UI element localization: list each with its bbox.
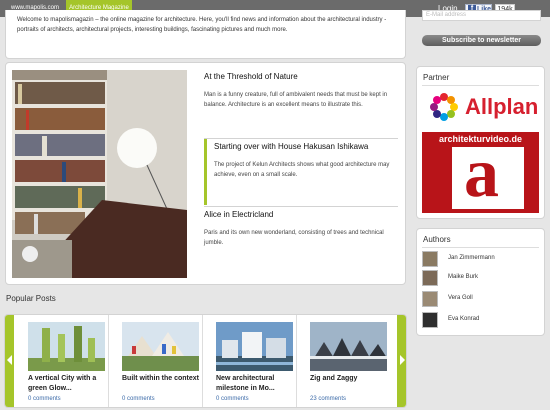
partner-panel: Partner Allplan architekturvideo.de a	[416, 66, 545, 219]
author-item[interactable]: Jan Zimmermann	[422, 251, 540, 267]
avatar	[422, 291, 438, 307]
post-thumbnail[interactable]	[28, 322, 105, 371]
post-title[interactable]: A vertical City with a green Glow...	[28, 374, 108, 394]
story-text: Paris and its own new wonderland, consis…	[204, 230, 384, 246]
story-text: The project of Kelun Architects shows wh…	[214, 162, 390, 178]
carousel-prev-button[interactable]	[5, 315, 14, 407]
post-comments-link[interactable]: 0 comments	[216, 396, 249, 402]
avatar	[422, 312, 438, 328]
popular-post[interactable]: Built within the context 0 comments	[109, 315, 203, 407]
popular-posts-carousel: A vertical City with a green Glow... 0 c…	[4, 314, 407, 408]
story-divider	[204, 206, 398, 207]
featured-photo[interactable]	[12, 70, 187, 278]
architekturvideo-banner[interactable]: architekturvideo.de a	[422, 132, 539, 213]
author-item[interactable]: Maike Burk	[422, 270, 540, 286]
author-name[interactable]: Jan Zimmermann	[448, 255, 495, 261]
post-comments-link[interactable]: 0 comments	[28, 396, 61, 402]
author-name[interactable]: Vera Goll	[448, 295, 473, 301]
avatar	[422, 251, 438, 267]
author-name[interactable]: Eva Konrad	[448, 316, 479, 322]
post-thumbnail[interactable]	[310, 322, 387, 371]
post-image	[216, 322, 293, 371]
post-title[interactable]: Zig and Zaggy	[310, 374, 390, 384]
allplan-wordmark: Allplan	[465, 94, 539, 119]
interior-photo-image	[12, 70, 187, 278]
architekturvideo-letter: a	[464, 135, 499, 212]
partner-title: Partner	[423, 73, 450, 82]
post-image	[28, 322, 105, 371]
chevron-left-icon	[7, 355, 12, 365]
authors-title: Authors	[423, 235, 451, 244]
subscribe-newsletter-button[interactable]: Subscribe to newsletter	[422, 35, 541, 46]
popular-post[interactable]: New architectural milestone in Mo... 0 c…	[203, 315, 297, 407]
architekturvideo-logo-box: a	[452, 139, 524, 209]
authors-panel: Authors Jan Zimmermann Maike Burk Vera G…	[416, 228, 545, 336]
author-name[interactable]: Maike Burk	[448, 274, 478, 280]
post-title[interactable]: Built within the context	[122, 374, 202, 384]
post-title[interactable]: New architectural milestone in Mo...	[216, 374, 296, 394]
popular-posts-title: Popular Posts	[6, 294, 56, 303]
chevron-right-icon	[400, 355, 405, 365]
post-image	[310, 322, 387, 371]
carousel-next-button[interactable]	[397, 315, 406, 407]
avatar	[422, 270, 438, 286]
author-item[interactable]: Eva Konrad	[422, 312, 540, 328]
story-house-hakusan-ishikawa[interactable]: Starting over with House Hakusan Ishikaw…	[204, 139, 398, 205]
divider	[422, 247, 539, 248]
featured-stories: At the Threshold of Nature Man is a funn…	[5, 62, 406, 285]
allplan-flower-icon	[430, 93, 458, 121]
story-title[interactable]: Alice in Electricland	[204, 209, 398, 221]
story-title[interactable]: At the Threshold of Nature	[204, 71, 398, 83]
divider	[422, 85, 539, 86]
story-alice-in-electricland[interactable]: Alice in Electricland Paris and its own …	[204, 209, 398, 248]
post-image	[122, 322, 199, 371]
popular-post[interactable]: Zig and Zaggy 23 comments	[297, 315, 391, 407]
allplan-logo[interactable]: Allplan	[429, 92, 539, 122]
story-threshold-of-nature[interactable]: At the Threshold of Nature Man is a funn…	[204, 71, 398, 110]
story-text: Man is a funny creature, full of ambival…	[204, 92, 388, 108]
post-thumbnail[interactable]	[122, 322, 199, 371]
post-comments-link[interactable]: 23 comments	[310, 396, 346, 402]
post-thumbnail[interactable]	[216, 322, 293, 371]
author-item[interactable]: Vera Goll	[422, 291, 540, 307]
post-comments-link[interactable]: 0 comments	[122, 396, 155, 402]
story-title[interactable]: Starting over with House Hakusan Ishikaw…	[214, 139, 398, 153]
popular-post[interactable]: A vertical City with a green Glow... 0 c…	[15, 315, 109, 407]
welcome-text: Welcome to mapolismagazin – the online m…	[5, 10, 406, 59]
newsletter-email-field[interactable]: E-Mail address	[422, 10, 541, 21]
